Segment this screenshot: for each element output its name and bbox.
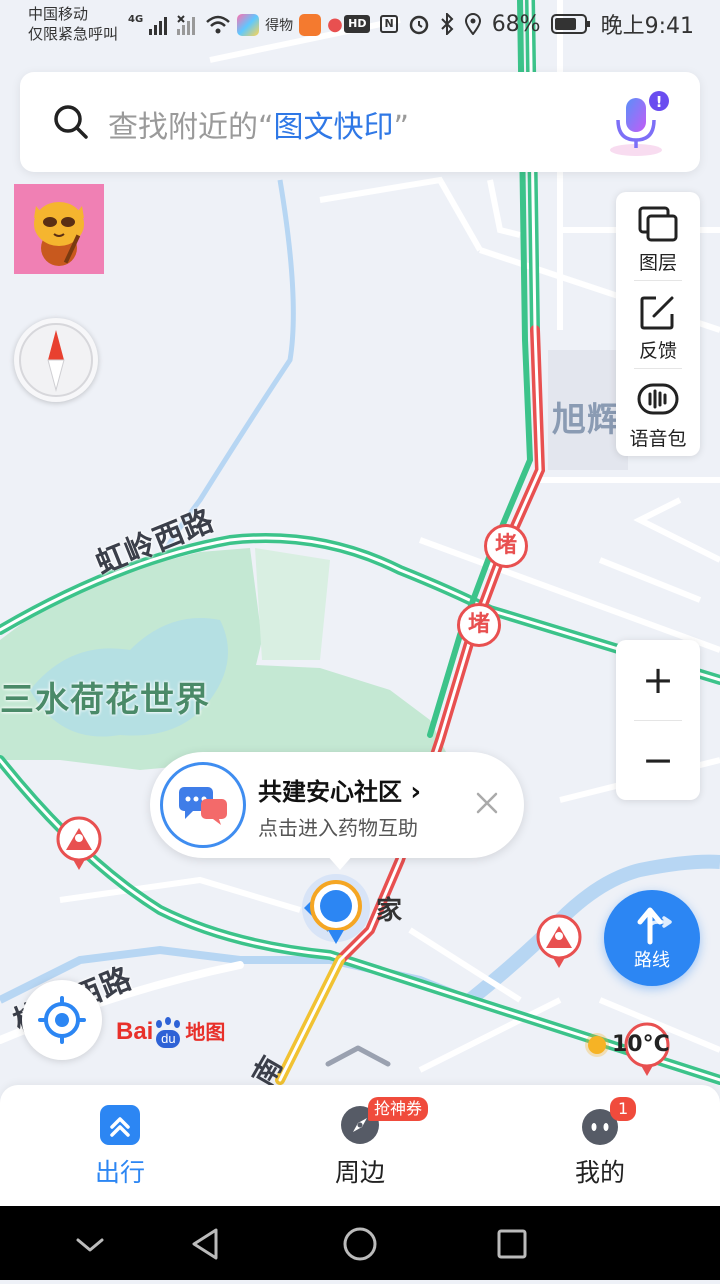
- feedback-label: 反馈: [638, 340, 677, 362]
- alarm-icon: [409, 15, 428, 35]
- clock: 晚上9:41: [600, 14, 694, 39]
- signal-icon: [149, 17, 168, 35]
- voice-pack-label: 语音包: [629, 428, 687, 450]
- tab-nearby[interactable]: 周边 抢神券: [260, 1085, 460, 1206]
- zoom-controls: + −: [616, 640, 700, 800]
- location-icon: [464, 13, 481, 35]
- temperature: 10°C: [612, 1032, 670, 1057]
- tab-travel-label: 出行: [94, 1158, 145, 1187]
- community-popup[interactable]: 共建安心社区 › 点击进入药物互助: [150, 752, 524, 858]
- tab-travel[interactable]: 出行: [20, 1085, 220, 1206]
- feedback-icon: [640, 296, 674, 330]
- search-icon: [54, 105, 88, 139]
- home-label: 家: [376, 896, 403, 926]
- travel-icon: [100, 1105, 140, 1145]
- route-label: 路线: [634, 950, 670, 971]
- compass-icon: [19, 323, 93, 397]
- recents-icon[interactable]: [492, 1224, 532, 1264]
- area-label-xuhui: 旭辉: [552, 400, 622, 440]
- traffic-jam-marker[interactable]: 堵: [457, 603, 501, 647]
- voice-pack-button[interactable]: 语音包: [616, 368, 700, 456]
- wifi-icon: [206, 15, 231, 34]
- traffic-jam-label: 堵: [494, 533, 517, 558]
- layers-button[interactable]: 图层: [616, 192, 700, 280]
- status-icons-right: HD N 68% 晚上9:41: [344, 10, 694, 39]
- popup-title-text: 共建安心社区: [258, 778, 402, 806]
- expand-panel-handle[interactable]: [322, 1040, 394, 1070]
- voice-pack-icon: [637, 383, 679, 415]
- sun-icon: [588, 1036, 606, 1054]
- layers-label: 图层: [638, 252, 677, 274]
- zoom-in-button[interactable]: +: [616, 640, 700, 720]
- bottom-tab-bar: 出行 周边 抢神券 我的 1: [0, 1085, 720, 1206]
- emergency-only: 仅限紧急呼叫: [28, 25, 119, 43]
- notification-badge: 1: [610, 1097, 637, 1121]
- tab-me-label: 我的: [574, 1158, 625, 1187]
- chat-bubble-icon: [160, 762, 246, 848]
- back-icon[interactable]: [186, 1224, 226, 1264]
- svg-text:!: !: [656, 93, 663, 111]
- search-placeholder-highlight: 图文快印: [273, 110, 394, 145]
- poi-label-park: 三水荷花世界: [0, 680, 210, 720]
- traffic-jam-marker[interactable]: 堵: [484, 524, 528, 568]
- tab-nearby-label: 周边: [334, 1158, 385, 1187]
- coupon-badge: 抢神券: [368, 1097, 429, 1121]
- battery-percent: 68%: [491, 11, 541, 37]
- search-bar[interactable]: 查找附近的“图文快印” !: [20, 72, 700, 172]
- map-tools-panel: 图层 反馈 语音包: [616, 192, 700, 456]
- mascot-avatar[interactable]: [14, 184, 104, 274]
- current-location-marker[interactable]: [298, 870, 374, 950]
- popup-title: 共建安心社区 ›: [258, 772, 421, 807]
- bluetooth-icon: [440, 13, 454, 35]
- tab-me[interactable]: 我的 1: [500, 1085, 700, 1206]
- logo-bai: Bai: [116, 1018, 154, 1045]
- chevron-down-icon[interactable]: [70, 1224, 110, 1264]
- layers-icon: [638, 206, 678, 242]
- baidu-map-logo: Bai du 地图: [116, 1016, 225, 1056]
- status-icons-left: 4G 得物 ●: [128, 12, 343, 38]
- construction-icon[interactable]: [56, 816, 102, 872]
- search-input[interactable]: 查找附近的“图文快印”: [108, 102, 409, 146]
- home-icon[interactable]: [340, 1224, 380, 1264]
- network-type: 4G: [128, 13, 144, 25]
- popup-subtitle: 点击进入药物互助: [258, 816, 418, 840]
- nfc-icon: N: [380, 15, 398, 33]
- paw-icon: du: [153, 1016, 183, 1050]
- system-nav-bar: [0, 1206, 720, 1280]
- status-bar: 中国移动 仅限紧急呼叫 4G 得物 ● HD N 68% 晚上9:41: [0, 0, 720, 50]
- crosshair-icon: [38, 996, 86, 1044]
- hd-icon: HD: [344, 15, 371, 33]
- feedback-button[interactable]: 反馈: [616, 280, 700, 368]
- mascot-icon: [34, 202, 84, 266]
- route-button[interactable]: 路线: [604, 890, 700, 986]
- app-notification-icon: [299, 14, 322, 36]
- voice-search-button[interactable]: !: [604, 86, 674, 160]
- close-icon[interactable]: [472, 788, 502, 818]
- carrier-name: 中国移动: [28, 5, 89, 23]
- weather-widget[interactable]: 10°C: [588, 1032, 670, 1057]
- app-notification-icon: [237, 14, 260, 36]
- search-placeholder-suffix: ”: [393, 110, 410, 145]
- traffic-jam-label: 堵: [467, 612, 490, 637]
- battery-icon: [550, 14, 590, 34]
- logo-text: 地图: [185, 1022, 226, 1044]
- logo-du: du: [156, 1029, 181, 1048]
- construction-icon[interactable]: [536, 914, 582, 970]
- signal-no-service-icon: [177, 15, 196, 35]
- carrier-info: 中国移动 仅限紧急呼叫: [28, 4, 118, 44]
- compass-button[interactable]: [14, 318, 98, 402]
- app-notification-label: 得物: [265, 18, 294, 34]
- chevron-right-icon: ›: [410, 777, 422, 807]
- popup-pointer: [326, 854, 354, 870]
- zoom-out-button[interactable]: −: [616, 720, 700, 800]
- locate-me-button[interactable]: [22, 980, 102, 1060]
- search-placeholder-prefix: 查找附近的“: [108, 110, 274, 145]
- map-pin-notification-icon: ●: [327, 14, 343, 35]
